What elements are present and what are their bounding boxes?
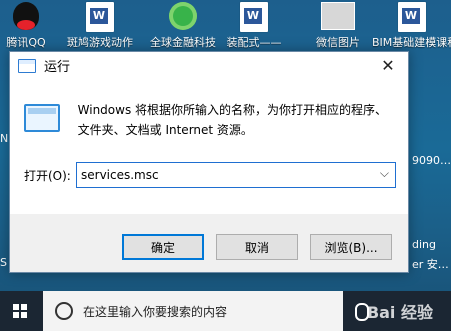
green-app-icon xyxy=(169,2,197,30)
image-thumbnail-icon xyxy=(321,2,355,30)
desktop-icon-label: 微信图片 xyxy=(316,36,360,49)
word-document-icon: W xyxy=(86,2,114,32)
open-label: 打开(O): xyxy=(24,168,71,183)
taskbar-search-box[interactable]: 在这里输入你要搜索的内容 xyxy=(43,291,343,331)
desktop-icon-label: 斑鸠游戏动作 xyxy=(67,36,133,49)
button-bar: 确定 取消 浏览(B)... xyxy=(10,214,408,272)
taskbar: 在这里输入你要搜索的内容 Bai 经验 xyxy=(0,291,451,331)
open-input[interactable] xyxy=(77,164,363,186)
message-line-1: Windows 将根据你所输入的名称，为你打开相应的程序、 xyxy=(77,103,388,117)
cortana-circle-icon xyxy=(55,302,73,320)
message-text: Windows 将根据你所输入的名称，为你打开相应的程序、 文件夹、文档或 In… xyxy=(78,100,394,140)
cancel-button[interactable]: 取消 xyxy=(216,234,298,260)
watermark-text: Bai 经验 xyxy=(366,303,433,322)
qq-penguin-icon xyxy=(13,2,39,30)
open-combobox[interactable]: ⌵ xyxy=(76,162,396,188)
message-row: Windows 将根据你所输入的名称，为你打开相应的程序、 文件夹、文档或 In… xyxy=(24,100,394,140)
message-line-2: 文件夹、文档或 Internet 资源。 xyxy=(77,123,253,137)
desktop-side-text-s: S xyxy=(0,256,7,269)
dialog-title: 运行 xyxy=(44,60,71,75)
start-button[interactable] xyxy=(0,291,40,331)
run-app-icon xyxy=(18,58,36,73)
desktop-icon-label: 腾讯QQ xyxy=(6,36,46,49)
run-dialog: 运行 ✕ Windows 将根据你所输入的名称，为你打开相应的程序、 文件夹、文… xyxy=(9,51,409,273)
desktop-icon-label: BIM基础建模课程… xyxy=(372,36,451,49)
run-large-icon xyxy=(24,104,60,132)
windows-logo-icon xyxy=(13,304,27,318)
ok-button[interactable]: 确定 xyxy=(122,234,204,260)
close-button[interactable]: ✕ xyxy=(368,52,408,79)
chevron-down-icon[interactable]: ⌵ xyxy=(380,166,389,181)
desktop-side-text-n: N xyxy=(0,132,9,145)
word-document-icon: W xyxy=(398,2,426,32)
desktop-side-text-right-bot: er 安… xyxy=(412,258,449,271)
desktop-side-text-right-top: 9090… xyxy=(412,154,451,167)
word-document-icon: W xyxy=(240,2,268,32)
open-row: 打开(O): ⌵ xyxy=(24,162,396,188)
desktop-icon-label: 全球金融科技 xyxy=(150,36,216,49)
desktop-side-text-right-mid: ding xyxy=(412,238,436,251)
browse-button[interactable]: 浏览(B)... xyxy=(310,234,392,260)
desktop-icon-label: 装配式—— xyxy=(226,36,282,49)
search-placeholder: 在这里输入你要搜索的内容 xyxy=(83,304,228,319)
title-bar[interactable]: 运行 ✕ xyxy=(10,52,408,79)
